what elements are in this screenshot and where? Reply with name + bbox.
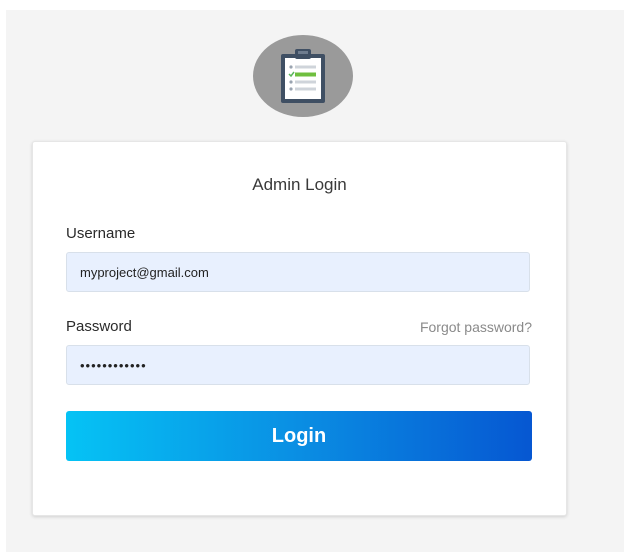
login-card: Admin Login Username Password Forgot pas… [32, 141, 567, 516]
login-page: Admin Login Username Password Forgot pas… [6, 10, 624, 552]
password-input[interactable] [66, 345, 530, 385]
login-button[interactable]: Login [66, 411, 532, 461]
password-label: Password [66, 318, 132, 335]
username-input[interactable] [66, 252, 530, 292]
forgot-password-link[interactable]: Forgot password? [420, 319, 532, 335]
username-label: Username [66, 225, 136, 242]
app-logo [253, 35, 353, 117]
login-title: Admin Login [252, 175, 347, 194]
clipboard-checklist-icon [281, 49, 325, 103]
